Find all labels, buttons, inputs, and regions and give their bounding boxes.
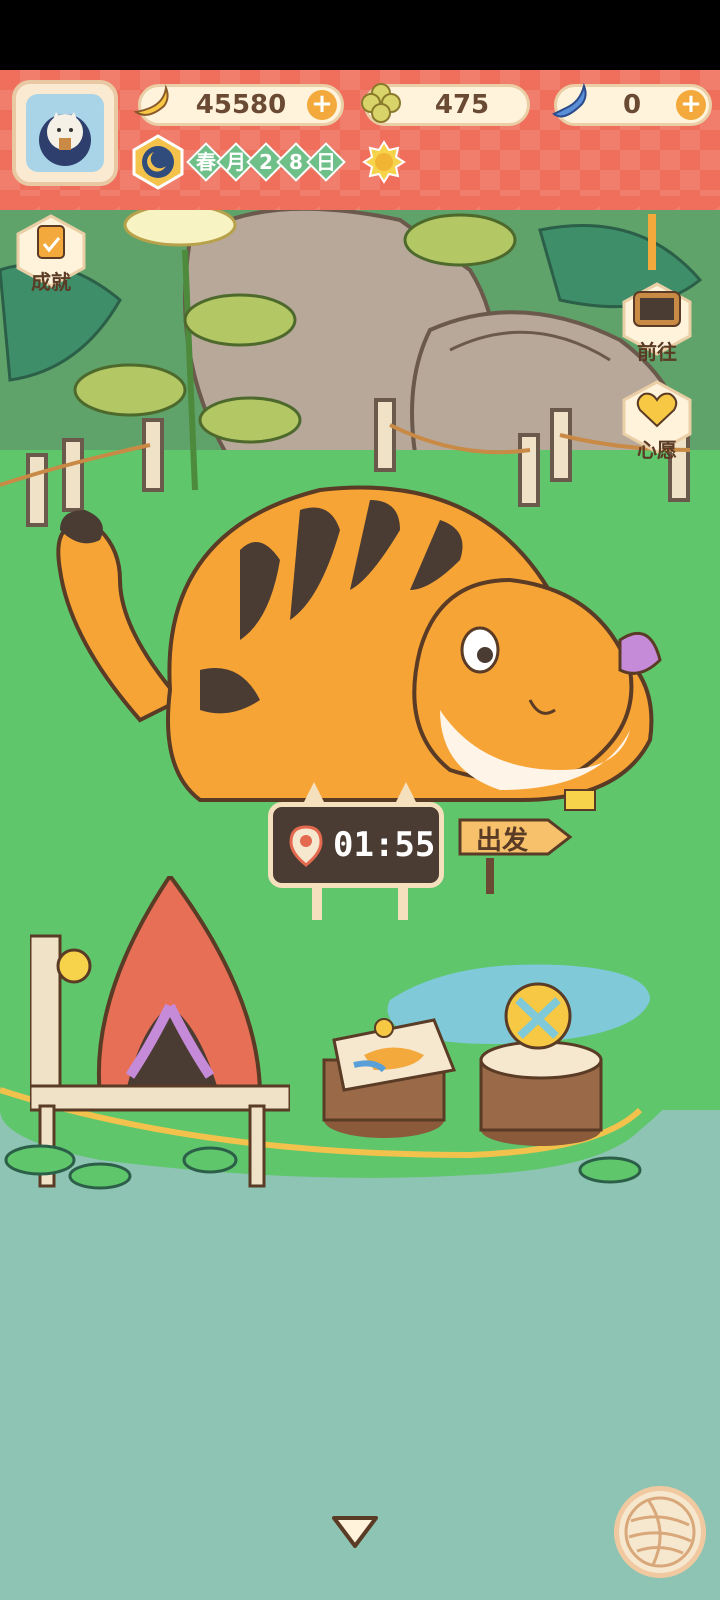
wish-label: 心愿 bbox=[637, 438, 677, 462]
timer-sign-legs bbox=[312, 884, 408, 920]
yarn-ball-icon bbox=[624, 1496, 696, 1568]
clover-icon bbox=[361, 83, 401, 123]
banana-count: 45580 bbox=[195, 90, 287, 120]
map-table[interactable] bbox=[314, 1010, 464, 1140]
banana-icon bbox=[133, 84, 169, 116]
tiger-character[interactable] bbox=[40, 470, 680, 830]
blue-gem-icon bbox=[552, 82, 587, 118]
moon-clock-icon bbox=[132, 134, 184, 190]
map-pin-icon bbox=[289, 825, 323, 867]
expedition-timer-board[interactable]: 01:55 bbox=[268, 802, 444, 888]
add-banana-button[interactable]: + bbox=[307, 90, 337, 120]
depart-button[interactable]: 出发 bbox=[456, 814, 576, 860]
player-avatar[interactable] bbox=[12, 80, 118, 186]
lily-pads bbox=[4, 1144, 642, 1190]
achievements-label: 成就 bbox=[31, 270, 71, 294]
depart-label: 出发 bbox=[476, 826, 529, 856]
add-gem-button[interactable]: + bbox=[676, 90, 706, 120]
expedition-timer: 01:55 bbox=[333, 825, 436, 865]
date-day-label-chip: 日 bbox=[306, 142, 346, 182]
rope-hanger-icon bbox=[648, 214, 656, 270]
gem-count: 0 bbox=[622, 90, 642, 120]
clover-count: 475 bbox=[434, 90, 490, 120]
date-day-label: 日 bbox=[316, 150, 336, 174]
tiger-avatar-icon bbox=[26, 94, 104, 172]
sun-icon[interactable] bbox=[362, 140, 406, 184]
travel-label: 前往 bbox=[637, 340, 677, 364]
adventure-stump[interactable] bbox=[476, 980, 626, 1150]
yarn-ball-button[interactable] bbox=[614, 1486, 706, 1578]
depart-sign-post bbox=[486, 858, 494, 894]
status-bar bbox=[0, 0, 720, 70]
collapse-arrow-icon[interactable] bbox=[330, 1512, 380, 1552]
